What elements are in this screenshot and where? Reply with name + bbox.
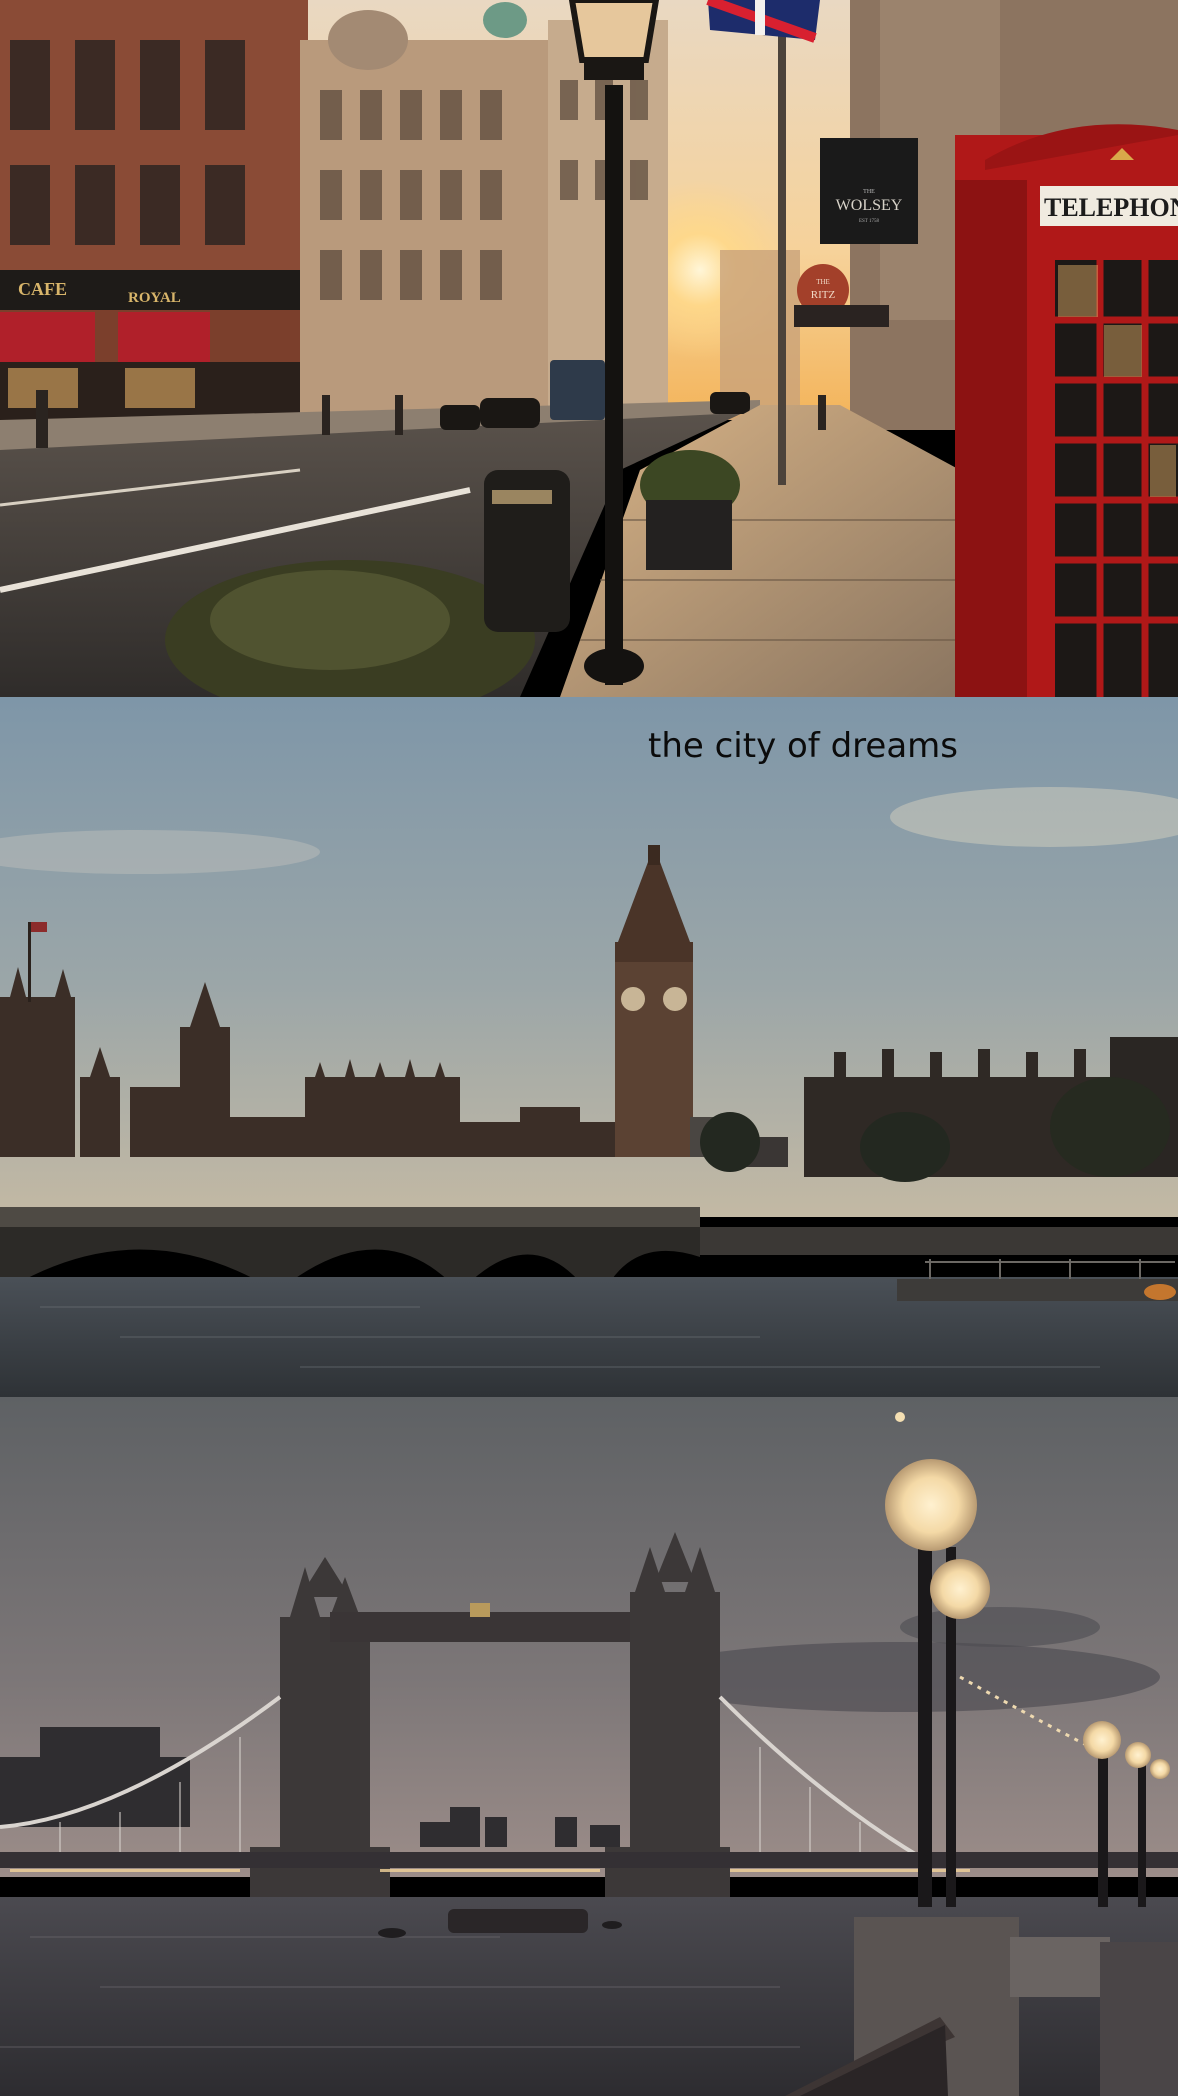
street-scene: THE WOLSEY EST 1758 THE RITZ CAFE ROYAL … — [0, 0, 1178, 697]
telephone-sign-text: TELEPHON — [1044, 193, 1178, 222]
street-photo: THE WOLSEY EST 1758 THE RITZ CAFE ROYAL … — [0, 0, 1178, 697]
caption-text: the city of dreams — [648, 726, 958, 766]
westminster-scene — [0, 697, 1178, 1397]
wolsey-sign-small: THE — [863, 189, 875, 195]
tower-bridge-photo — [0, 1397, 1178, 2096]
lamp-globe-icon — [885, 1459, 977, 1551]
westminster-photo — [0, 697, 1178, 1397]
ritz-sign-top: THE — [816, 278, 830, 286]
royal-sign-text: ROYAL — [128, 290, 181, 306]
tower-bridge-scene — [0, 1397, 1178, 2096]
wolsey-sign-est: EST 1758 — [859, 219, 880, 224]
wolsey-sign-text: WOLSEY — [836, 197, 903, 214]
cafe-sign-text: CAFE — [18, 279, 67, 299]
ritz-sign-text: RITZ — [811, 289, 836, 301]
